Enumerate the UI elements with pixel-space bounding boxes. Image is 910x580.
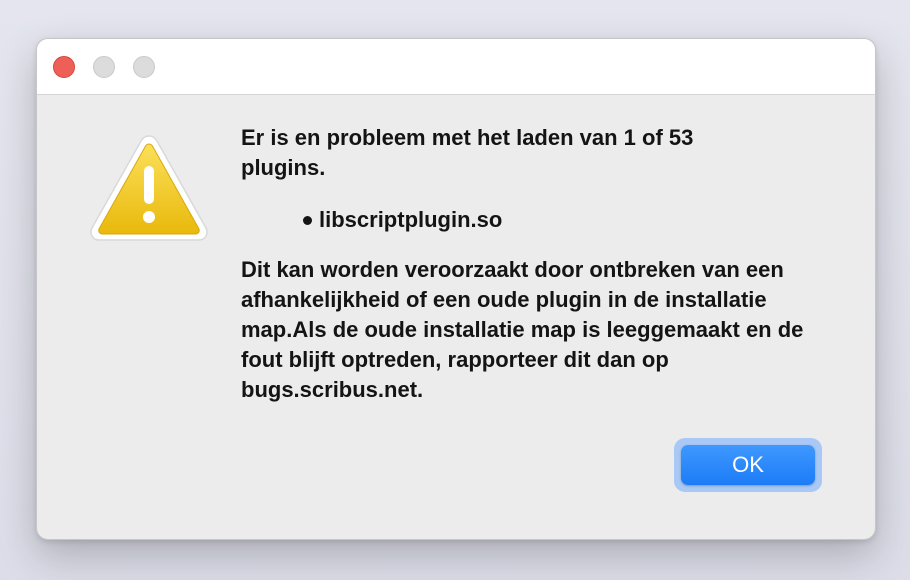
warning-triangle-icon [90,135,208,241]
ok-button[interactable]: OK [681,445,815,485]
minimize-window-button[interactable] [93,56,115,78]
list-item: libscriptplugin.so [303,205,831,235]
bullet-icon [303,215,312,225]
headline-text: Er is en probleem met het laden van 1 of… [241,125,694,180]
title-bar [37,39,875,95]
close-window-button[interactable] [53,56,75,78]
message-area: Er is en probleem met het laden van 1 of… [241,123,831,405]
zoom-window-button[interactable] [133,56,155,78]
failed-plugin-name: libscriptplugin.so [319,207,503,232]
alert-dialog: Er is en probleem met het laden van 1 of… [36,38,876,540]
detail-text: Dit kan worden veroorzaakt door ontbreke… [241,257,804,402]
